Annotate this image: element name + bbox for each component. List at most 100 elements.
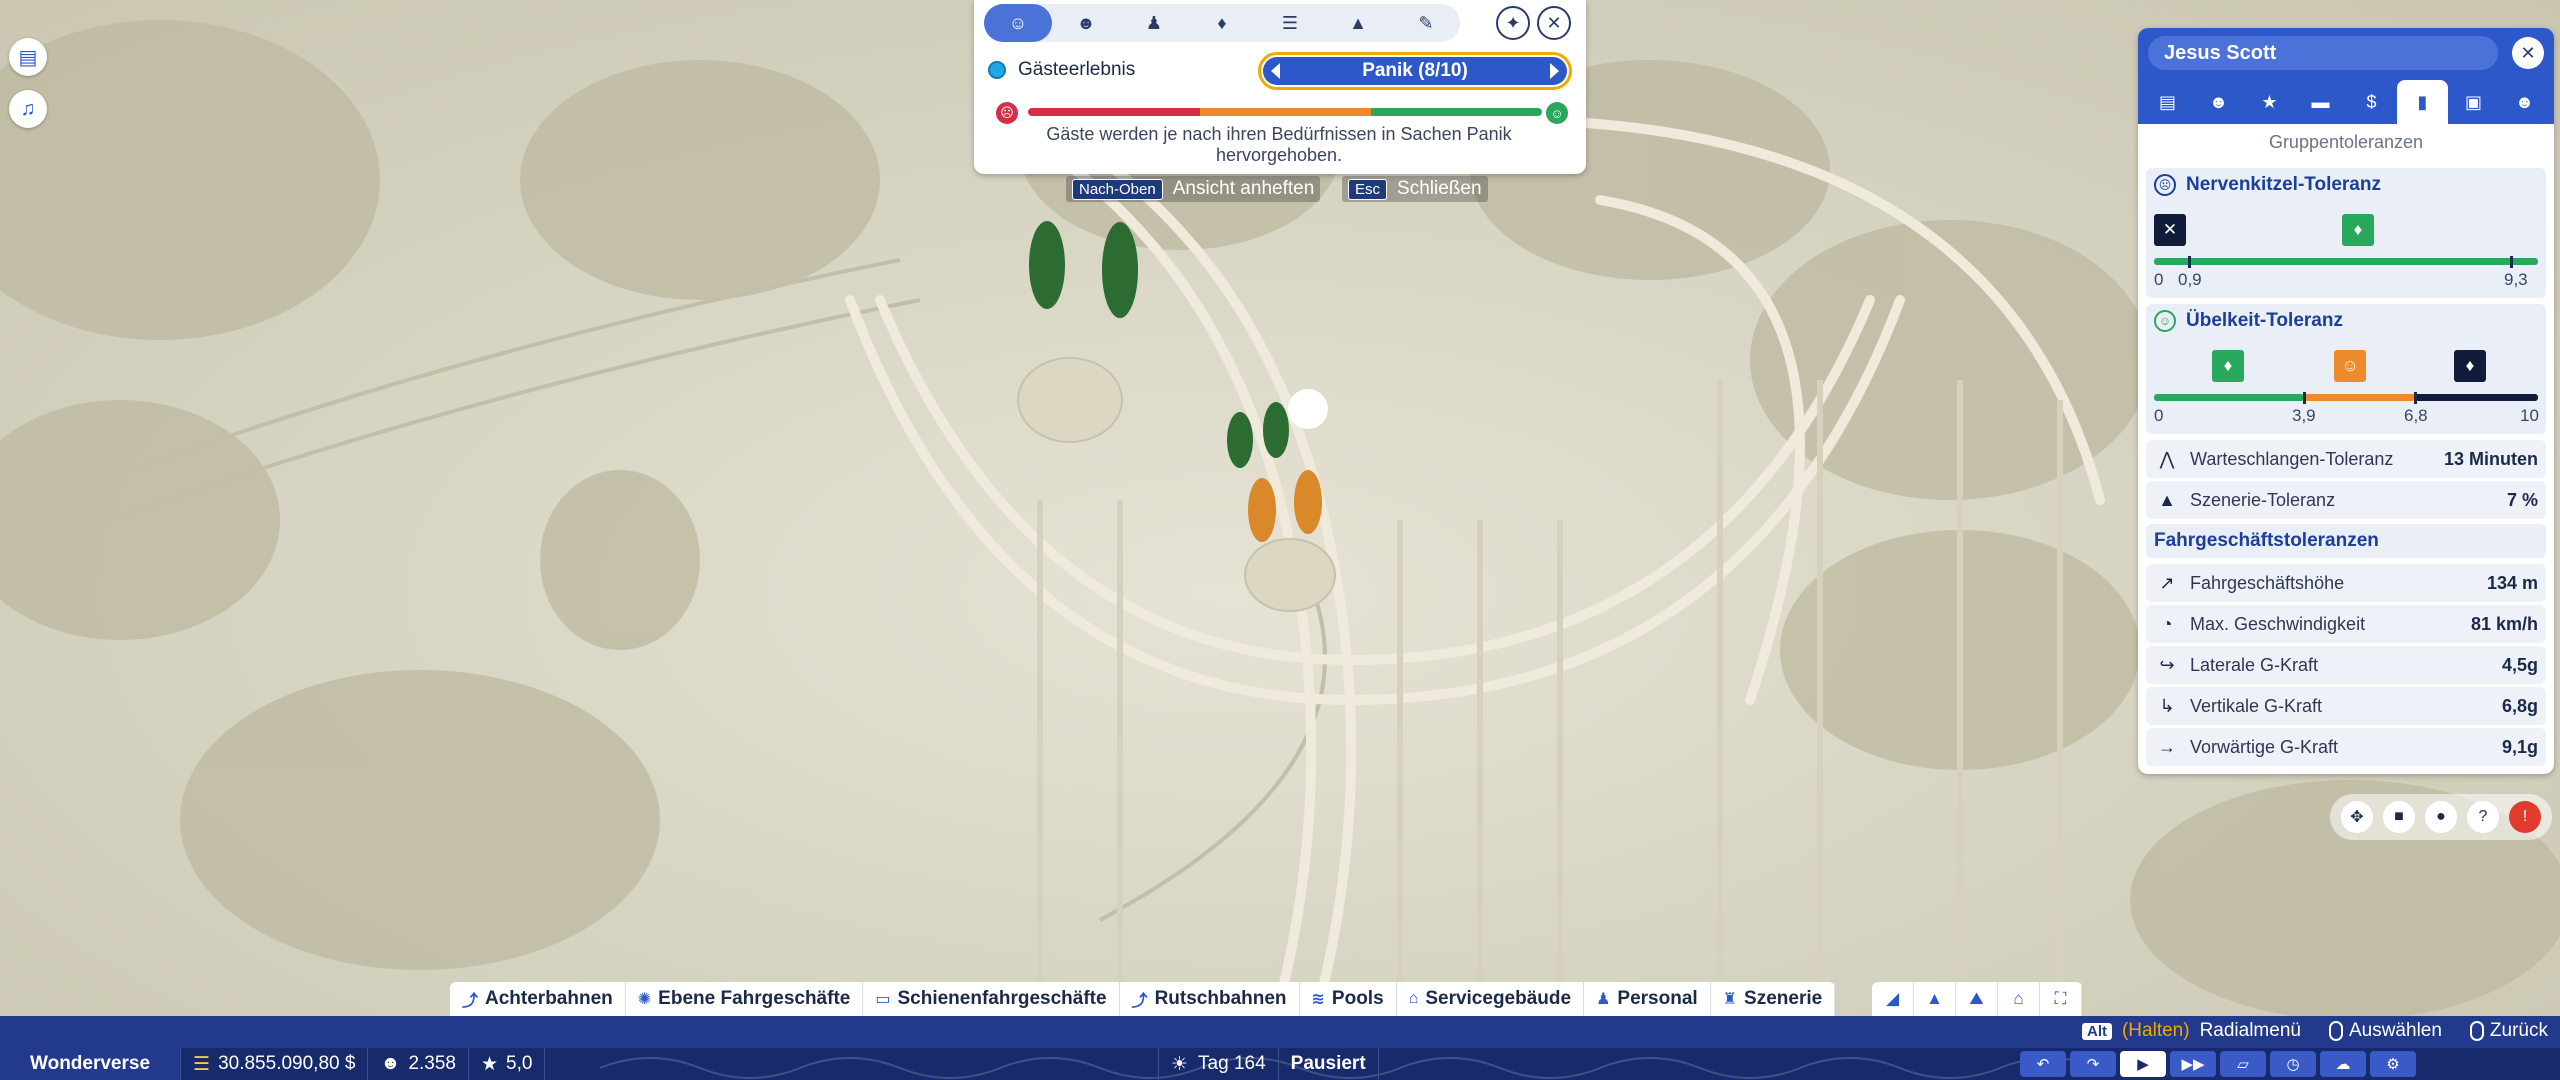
tab-tree-icon[interactable]: ▲ <box>1324 4 1392 42</box>
nausea-scale-max: 10 <box>2520 406 2539 425</box>
help-icon[interactable]: ? <box>2467 801 2499 833</box>
tab-clipboard-icon[interactable]: ▤ <box>2142 80 2193 124</box>
tab-chat-icon[interactable]: ▬ <box>2295 80 2346 124</box>
notification-bell-icon[interactable]: ♫ <box>9 90 47 128</box>
category-staff[interactable]: ♟ Personal <box>1584 982 1711 1016</box>
nausea-tolerance-section: ☺ Übelkeit-Toleranz ♦ ☺ ♦ 0 3,9 6,8 10 <box>2146 304 2546 434</box>
thrill-low-value: 0,9 <box>2178 270 2202 289</box>
close-label: Schließen <box>1397 178 1482 199</box>
fast-forward-icon[interactable]: ▶▶ <box>2170 1051 2216 1077</box>
thrill-scale-min: 0 <box>2154 270 2164 289</box>
blueprint-icon[interactable]: ⌂ <box>1998 982 2040 1016</box>
terrain-tree-icon[interactable]: ▲ <box>1914 982 1956 1016</box>
undo-icon[interactable]: ↶ <box>2020 1051 2066 1077</box>
panel-subtitle: Gruppentoleranzen <box>2268 132 2424 152</box>
tab-group-icon[interactable]: ☻ <box>2193 80 2244 124</box>
height-icon: ↗ <box>2159 572 2175 593</box>
play-icon[interactable]: ▶ <box>2120 1051 2166 1077</box>
tab-group-icon[interactable]: ☻ <box>1052 4 1120 42</box>
ride-row-speed: ◔ Max. Geschwindigkeit 81 km/h <box>2146 605 2546 643</box>
timer-icon[interactable]: ◷ <box>2270 1051 2316 1077</box>
close-icon[interactable]: ✕ <box>1537 6 1571 40</box>
weather-icon[interactable]: ☁ <box>2320 1051 2366 1077</box>
tab-wrench-icon[interactable]: ✎ <box>1392 4 1460 42</box>
radial-menu-label: Radialmenü <box>2199 1020 2301 1041</box>
park-name[interactable]: Wonderverse <box>0 1048 182 1080</box>
queue-tolerance-row: ⋀ Warteschlangen-Toleranz 13 Minuten <box>2146 440 2546 478</box>
move-icon[interactable]: ✥ <box>2341 801 2373 833</box>
money-display[interactable]: ☰ 30.855.090,80 $ <box>181 1048 369 1080</box>
camera-icon[interactable]: ■ <box>2383 801 2415 833</box>
redo-icon[interactable]: ↷ <box>2070 1051 2116 1077</box>
location-icon[interactable]: ● <box>2425 801 2457 833</box>
category-flat-rides[interactable]: ✺ Ebene Fahrgeschäfte <box>626 982 864 1016</box>
task-list-icon[interactable]: ▤ <box>9 38 47 76</box>
tab-stats-icon[interactable]: ▮ <box>2397 80 2448 124</box>
tab-drops-icon[interactable]: ♦ <box>1188 4 1256 42</box>
ride-row-value: 4,5g <box>2501 654 2538 675</box>
category-slides[interactable]: ⤴ Rutschbahnen <box>1120 982 1300 1016</box>
terrain-icon[interactable]: ⛰ <box>1956 982 1998 1016</box>
overlay-mode-selector[interactable]: Panik (8/10) <box>1258 52 1572 90</box>
nausea-tick-2 <box>2414 392 2418 404</box>
tab-guest-icon[interactable]: ☺ <box>984 4 1052 42</box>
overlay-description: Gäste werden je nach ihren Bedürfnissen … <box>1046 124 1512 165</box>
category-track-rides[interactable]: ▭ Schienenfahrgeschäfte <box>863 982 1120 1016</box>
guest-count-display[interactable]: ☻ 2.358 <box>368 1048 469 1080</box>
overlay-tabs: ☺ ☻ ♟ ♦ ☰ ▲ ✎ <box>984 4 1460 42</box>
overlay-label-text: Gästeerlebnis <box>1018 59 1136 80</box>
settings-icon[interactable]: ⚙ <box>2370 1051 2416 1077</box>
vertical-g-icon: ↳ <box>2159 695 2175 716</box>
sad-face-icon: ☹ <box>996 102 1018 124</box>
thrill-face-icon: ☹ <box>2154 174 2176 196</box>
queue-icon: ⋀ <box>2159 448 2175 469</box>
scenery-icon: ♜ <box>1722 991 1738 1008</box>
rating-display[interactable]: ★ 5,0 <box>469 1048 546 1080</box>
category-label: Personal <box>1617 988 1698 1009</box>
guest-name[interactable]: Jesus Scott <box>2148 36 2498 70</box>
path-icon[interactable]: ◢ <box>1872 982 1914 1016</box>
ride-row-value: 9,1g <box>2501 736 2538 757</box>
close-hint[interactable]: Esc Schließen <box>1342 176 1488 202</box>
alert-icon[interactable]: ! <box>2509 801 2541 833</box>
left-mouse-icon <box>2328 1020 2343 1041</box>
nausea-tick-1 <box>2302 392 2306 404</box>
ride-row-value: 6,8g <box>2501 695 2538 716</box>
tab-person-icon[interactable]: ♟ <box>1120 4 1188 42</box>
category-facilities[interactable]: ⌂ Servicegebäude <box>1397 982 1585 1016</box>
next-arrow-icon[interactable] <box>1549 63 1559 79</box>
category-label: Ebene Fahrgeschäfte <box>658 988 851 1009</box>
previous-arrow-icon[interactable] <box>1271 63 1280 79</box>
speed-controls: ↶ ↷ ▶ ▶▶ ▱ ◷ ☁ ⚙ <box>2020 1048 2416 1080</box>
ride-row-label: Vorwärtige G-Kraft <box>2190 736 2339 757</box>
thrill-low-tick <box>2187 256 2191 268</box>
map-icon[interactable]: ▱ <box>2220 1051 2266 1077</box>
tab-stack-icon[interactable]: ☰ <box>1256 4 1324 42</box>
category-pools[interactable]: ≋ Pools <box>1300 982 1397 1016</box>
tab-inventory-icon[interactable]: ▣ <box>2448 80 2499 124</box>
rating-value: 5,0 <box>506 1053 533 1074</box>
slide-icon: ⤴ <box>1131 993 1148 1010</box>
close-icon[interactable]: ✕ <box>2512 37 2544 69</box>
category-label: Schienenfahrgeschäfte <box>897 988 1107 1009</box>
queue-value: 13 Minuten <box>2443 448 2538 469</box>
category-label: Achterbahnen <box>485 988 613 1009</box>
category-coasters[interactable]: ⤴ Achterbahnen <box>450 982 626 1016</box>
pin-view-hint[interactable]: Nach-Oben Ansicht anheften <box>1066 176 1321 202</box>
camera-tool-strip: ✥ ■ ● ? ! <box>2330 794 2552 840</box>
scenery-tree-icon: ▲ <box>2158 489 2176 510</box>
ride-row-value: 134 m <box>2486 572 2538 593</box>
star-icon: ★ <box>480 1053 499 1075</box>
neutral-marker-icon: ☺ <box>2334 350 2366 382</box>
nausea-mid1: 3,9 <box>2292 406 2316 425</box>
tab-money-icon[interactable]: $ <box>2346 80 2397 124</box>
tab-people-icon[interactable]: ☻ <box>2499 80 2550 124</box>
overlay-gradient-bar <box>1028 108 1542 116</box>
category-scenery[interactable]: ♜ Szenerie <box>1711 982 1836 1016</box>
pin-icon[interactable]: ✦ <box>1496 6 1530 40</box>
fullscreen-icon[interactable]: ⛶ <box>2040 982 2082 1016</box>
category-label: Rutschbahnen <box>1154 988 1287 1009</box>
speed-icon: ◔ <box>2161 613 2173 634</box>
tab-star-icon[interactable]: ★ <box>2244 80 2295 124</box>
nausea-mid2: 6,8 <box>2404 406 2428 425</box>
